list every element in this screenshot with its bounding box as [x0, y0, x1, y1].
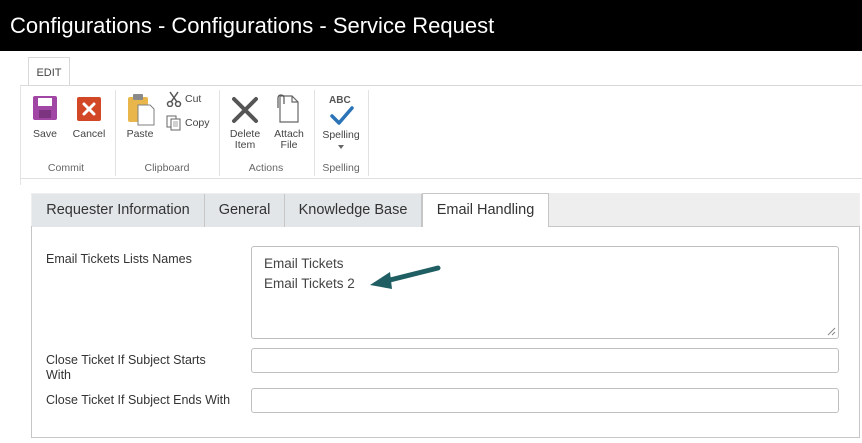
subject-starts-label: Close Ticket If Subject Starts With [46, 353, 206, 382]
attach-file-label-line2: File [280, 139, 298, 151]
cancel-label: Cancel [72, 128, 106, 140]
copy-label: Copy [185, 117, 210, 129]
group-separator [368, 90, 369, 176]
page-title: Configurations - Configurations - Servic… [10, 13, 495, 38]
ribbon-top-border [20, 85, 862, 86]
email-lists-textarea[interactable]: Email Tickets Email Tickets 2 [251, 246, 839, 339]
group-label-actions: Actions [248, 162, 284, 174]
attach-file-icon [277, 94, 299, 123]
email-lists-label: Email Tickets Lists Names [46, 252, 192, 266]
ribbon-tab-edit[interactable]: EDIT [28, 57, 70, 86]
delete-item-icon [232, 97, 258, 123]
subject-starts-input[interactable] [251, 348, 839, 373]
group-separator [314, 90, 315, 176]
delete-item-label-line2: Item [234, 139, 256, 151]
save-icon [33, 96, 57, 120]
paste-label: Paste [126, 128, 154, 140]
tab-knowledge-base[interactable]: Knowledge Base [285, 194, 422, 227]
annotation-arrow [370, 265, 441, 289]
subject-ends-label: Close Ticket If Subject Ends With [46, 393, 231, 407]
group-separator [115, 90, 116, 176]
paste-icon [128, 94, 155, 126]
group-label-commit: Commit [47, 162, 85, 174]
list-item: Email Tickets [264, 256, 344, 271]
save-label: Save [33, 128, 57, 140]
resize-handle-icon[interactable] [827, 327, 836, 336]
tab-requester-information[interactable]: Requester Information [32, 194, 205, 227]
spelling-abc-text: ABC [329, 95, 351, 106]
ribbon-bottom-border [20, 178, 862, 179]
list-item: Email Tickets 2 [264, 276, 355, 291]
spelling-icon [330, 106, 354, 125]
cancel-icon [77, 97, 101, 121]
tab-email-handling[interactable]: Email Handling [422, 193, 549, 227]
copy-icon [166, 115, 181, 131]
title-bar: Configurations - Configurations - Servic… [0, 0, 862, 51]
dropdown-arrow-icon [338, 145, 344, 149]
subject-ends-input[interactable] [251, 388, 839, 413]
tab-general[interactable]: General [205, 194, 285, 227]
group-separator [219, 90, 220, 176]
cut-icon [166, 91, 182, 107]
group-label-spelling: Spelling [322, 162, 360, 174]
spelling-label: Spelling [322, 129, 360, 141]
group-label-clipboard: Clipboard [144, 162, 190, 174]
ribbon-left-border [20, 85, 21, 185]
cut-label: Cut [185, 93, 202, 105]
